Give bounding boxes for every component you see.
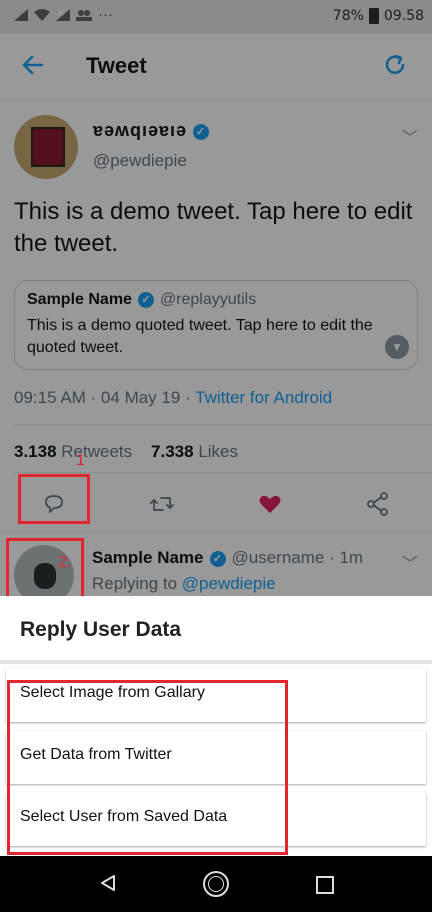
nav-recents-icon[interactable] [316, 876, 334, 894]
sheet-divider [0, 660, 432, 664]
annotation-number-1: 1 [76, 452, 85, 469]
nav-home-icon[interactable] [203, 871, 229, 897]
annotation-box-reply [18, 474, 90, 524]
system-nav-bar [0, 856, 432, 912]
annotation-number-2: 2. [58, 554, 72, 571]
annotation-box-avatar [6, 538, 84, 600]
sheet-title: Reply User Data [20, 618, 182, 641]
annotation-box-options [7, 680, 288, 855]
nav-back-icon[interactable] [99, 874, 117, 897]
